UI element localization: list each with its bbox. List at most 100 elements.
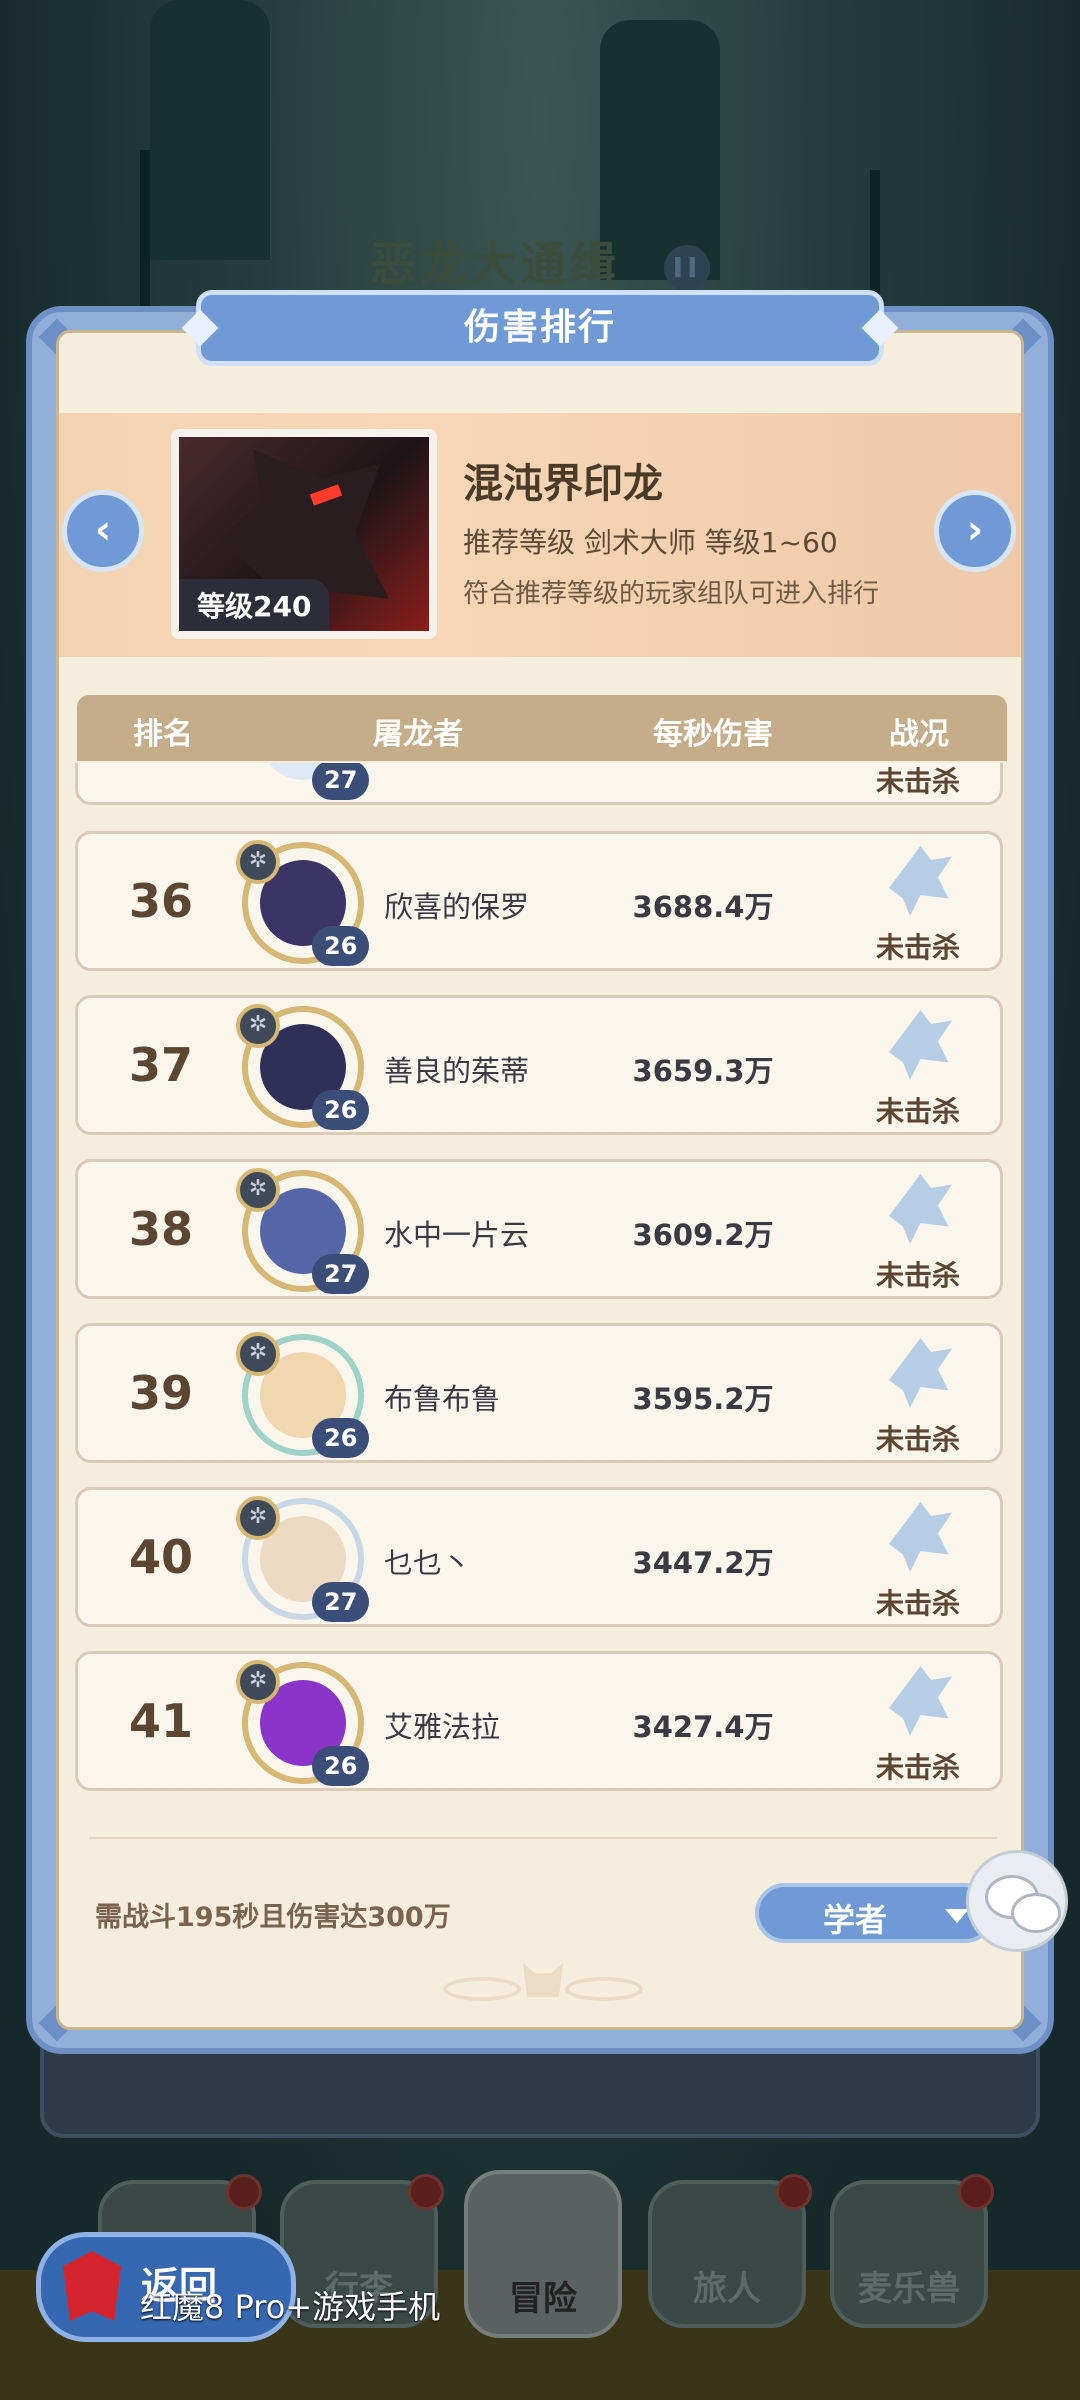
footer-ornament <box>443 1957 643 2007</box>
player-avatar[interactable]: ✲ 26 <box>236 1332 370 1458</box>
rank-emblem-icon: ✲ <box>236 1496 280 1540</box>
boss-level-badge: 等级240 <box>179 579 330 631</box>
class-filter-dropdown[interactable]: 学者 <box>755 1883 995 1943</box>
chat-bubble-icon <box>1011 1893 1061 1933</box>
rank-number: 41 <box>128 1694 193 1748</box>
boss-entry-note: 符合推荐等级的玩家组队可进入排行 <box>463 579 880 609</box>
player-level: 27 <box>312 1582 370 1622</box>
ranking-row[interactable]: 37 ✲ 26 善良的茱蒂 3659.3万 未击杀 <box>75 995 1003 1135</box>
nav-pet-button[interactable]: 麦乐兽 <box>830 2174 994 2328</box>
player-avatar[interactable]: ✲ 26 <box>236 1004 370 1130</box>
nav-label: 冒险 <box>509 2279 577 2319</box>
kill-status: 未击杀 <box>875 931 960 964</box>
player-name: 善良的茱蒂 <box>384 1054 530 1088</box>
kill-status: 未击杀 <box>875 1423 960 1456</box>
modal-title-banner: 伤害排行 <box>181 290 899 366</box>
player-avatar[interactable]: ✲ 27 <box>236 1168 370 1294</box>
cat-emblem-icon <box>523 1963 563 1997</box>
prev-boss-button[interactable]: ‹ <box>62 490 144 572</box>
notification-dot <box>226 2174 262 2210</box>
column-rank: 排名 <box>133 717 193 752</box>
class-filter-value: 学者 <box>823 1901 888 1939</box>
nav-adventure-button[interactable]: 冒险 <box>464 2170 622 2338</box>
player-level: 26 <box>312 1090 370 1130</box>
event-title-text: 恶龙大通缉 <box>369 237 620 291</box>
player-level: 26 <box>312 1418 370 1458</box>
ranking-row[interactable]: 27 未击杀 <box>75 763 1003 805</box>
rank-number: 36 <box>128 874 193 928</box>
footer-divider <box>89 1837 997 1839</box>
rank-emblem-icon: ✲ <box>236 1168 280 1212</box>
player-dps: 3688.4万 <box>632 890 774 924</box>
dragon-icon <box>219 449 389 599</box>
player-avatar[interactable]: ✲ 27 <box>236 1496 370 1622</box>
kill-status: 未击杀 <box>875 1587 960 1620</box>
kill-status: 未击杀 <box>875 765 960 798</box>
modal-title: 伤害排行 <box>463 307 616 348</box>
swirl-ornament <box>565 1977 643 2001</box>
player-name: 欣喜的保罗 <box>384 890 530 924</box>
notification-dot <box>958 2174 994 2210</box>
column-dps: 每秒伤害 <box>653 717 773 752</box>
cliff-shape <box>150 0 270 260</box>
ranking-table-header: 排名 屠龙者 每秒伤害 战况 <box>77 695 1007 761</box>
dragon-status-icon <box>889 1338 952 1408</box>
kill-status: 未击杀 <box>875 1095 960 1128</box>
kill-status: 未击杀 <box>875 1259 960 1292</box>
next-boss-button[interactable]: › <box>934 490 1016 572</box>
dragon-status-icon <box>889 1502 952 1572</box>
player-avatar: 27 <box>242 763 370 800</box>
nav-label: 旅人 <box>693 2269 761 2309</box>
ranking-row[interactable]: 36 ✲ 26 欣喜的保罗 3688.4万 未击杀 <box>75 831 1003 971</box>
player-name: 水中一片云 <box>384 1218 530 1252</box>
notification-dot <box>776 2174 812 2210</box>
rank-number: 37 <box>128 1038 193 1092</box>
boss-name: 混沌界印龙 <box>463 461 663 507</box>
player-dps: 3595.2万 <box>632 1382 774 1416</box>
player-name: 布鲁布鲁 <box>384 1382 501 1416</box>
chat-button[interactable] <box>966 1850 1068 1952</box>
rank-emblem-icon: ✲ <box>236 1004 280 1048</box>
ranking-row[interactable]: 38 ✲ 27 水中一片云 3609.2万 未击杀 <box>75 1159 1003 1299</box>
nav-label: 麦乐兽 <box>858 2269 960 2309</box>
ranking-row[interactable]: 40 ✲ 27 乜乜丶 3447.2万 未击杀 <box>75 1487 1003 1627</box>
ranking-row[interactable]: 39 ✲ 26 布鲁布鲁 3595.2万 未击杀 <box>75 1323 1003 1463</box>
player-dps: 3609.2万 <box>632 1218 774 1252</box>
notification-dot <box>408 2174 444 2210</box>
rank-emblem-icon: ✲ <box>236 840 280 884</box>
player-name: 乜乜丶 <box>384 1546 472 1580</box>
ranking-row[interactable]: 41 ✲ 26 艾雅法拉 3427.4万 未击杀 <box>75 1651 1003 1791</box>
player-dps: 3447.2万 <box>632 1546 774 1580</box>
chevron-right-icon: › <box>966 507 984 553</box>
ranking-modal: 等级240 混沌界印龙 推荐等级 剑术大师 等级1~60 符合推荐等级的玩家组队… <box>56 330 1024 2030</box>
event-title: 恶龙大通缉 II <box>0 228 1080 294</box>
boss-portrait: 等级240 <box>171 429 437 639</box>
chevron-down-icon <box>945 1909 969 1923</box>
column-status: 战况 <box>889 717 949 752</box>
player-avatar[interactable]: ✲ 26 <box>236 1660 370 1786</box>
redmagic-logo-icon <box>63 2251 121 2321</box>
dragon-status-icon <box>889 1010 952 1080</box>
ranking-list[interactable]: 27 未击杀 36 ✲ 26 欣喜的保罗 3688.4万 未击杀 37 ✲ 26… <box>75 763 1009 1793</box>
player-avatar[interactable]: ✲ 26 <box>236 840 370 966</box>
swirl-ornament <box>443 1977 521 2001</box>
rank-number: 38 <box>128 1202 193 1256</box>
boss-recommendation: 推荐等级 剑术大师 等级1~60 <box>463 526 838 559</box>
rank-number: 39 <box>128 1366 193 1420</box>
player-dps: 3427.4万 <box>632 1710 774 1744</box>
player-level: 27 <box>312 763 370 800</box>
player-dps: 3659.3万 <box>632 1054 774 1088</box>
nav-traveler-button[interactable]: 旅人 <box>648 2174 812 2328</box>
rank-number: 40 <box>128 1530 193 1584</box>
column-slayer: 屠龙者 <box>373 717 463 752</box>
chevron-left-icon: ‹ <box>94 507 112 553</box>
boss-header: 等级240 混沌界印龙 推荐等级 剑术大师 等级1~60 符合推荐等级的玩家组队… <box>59 413 1021 657</box>
event-badge: II <box>664 244 710 291</box>
player-level: 26 <box>312 1746 370 1786</box>
dragon-status-icon <box>889 1666 952 1736</box>
rank-emblem-icon: ✲ <box>236 1660 280 1704</box>
player-name: 艾雅法拉 <box>384 1710 501 1744</box>
dragon-status-icon <box>889 846 952 916</box>
player-level: 27 <box>312 1254 370 1294</box>
dragon-status-icon <box>889 1174 952 1244</box>
